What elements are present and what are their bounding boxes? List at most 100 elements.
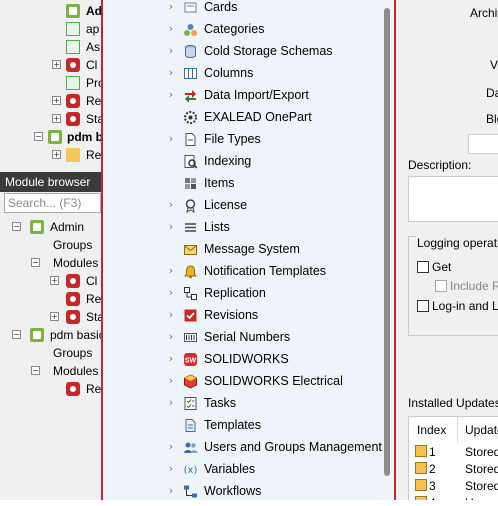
menu-item-solidworks-electrical[interactable]: › SOLIDWORKS Electrical <box>103 370 383 392</box>
chevron-right-icon[interactable]: › <box>165 348 177 370</box>
table-row[interactable]: 1 Stored <box>409 443 498 460</box>
module-item-sta[interactable]: + Sta <box>0 308 101 326</box>
expand-icon[interactable]: + <box>50 276 59 285</box>
chevron-right-icon[interactable]: › <box>165 62 177 84</box>
chevron-right-icon[interactable]: › <box>165 216 177 238</box>
column-divider[interactable] <box>457 417 458 443</box>
tree-item-sta[interactable]: + Sta <box>0 110 101 128</box>
menu-item-replication[interactable]: › Replication <box>103 282 383 304</box>
menu-scrollbar[interactable] <box>384 8 390 476</box>
module-item-re[interactable]: Re <box>0 290 101 308</box>
expand-icon[interactable]: + <box>52 96 61 105</box>
chevron-right-icon[interactable]: › <box>165 370 177 392</box>
menu-item-items[interactable]: Items <box>103 172 383 194</box>
menu-item-label: Workflows <box>204 484 262 498</box>
module-item-re-2[interactable]: Re <box>0 380 101 398</box>
tree-item-pro[interactable]: Pro <box>0 74 101 92</box>
menu-item-indexing[interactable]: Indexing <box>103 150 383 172</box>
tree-item-re[interactable]: + Re <box>0 92 101 110</box>
module-item-modules-2[interactable]: − Modules <box>0 362 101 380</box>
tree-item-admin-vault[interactable]: Ad <box>0 2 101 20</box>
tree-item-ap[interactable]: ap <box>0 20 101 38</box>
collapse-icon[interactable]: − <box>12 330 21 339</box>
chevron-right-icon[interactable]: › <box>165 282 177 304</box>
menu-item-cards[interactable]: › Cards <box>103 0 383 18</box>
menu-item-templates[interactable]: Templates <box>103 414 383 436</box>
menu-item-users-and-groups-management[interactable]: › Users and Groups Management <box>103 436 383 458</box>
tree-item-pdm-vault[interactable]: − pdm b <box>0 128 101 146</box>
collapse-icon[interactable]: − <box>31 258 40 267</box>
table-row[interactable]: 3 Stored <box>409 477 498 494</box>
tree-item-cl[interactable]: + Cl <box>0 56 101 74</box>
collapse-icon[interactable]: − <box>34 132 43 141</box>
chevron-right-icon[interactable]: › <box>165 18 177 40</box>
menu-item-label: License <box>204 198 248 212</box>
menu-item-workflows[interactable]: › Workflows <box>103 480 383 502</box>
chevron-right-icon[interactable]: › <box>165 326 177 348</box>
menu-item-label: File Types <box>204 132 261 146</box>
svg-text:SW: SW <box>185 358 197 365</box>
menu-item-exalead-onepart[interactable]: EXALEAD OnePart <box>103 106 383 128</box>
solidworks-icon: SW <box>183 352 198 367</box>
expand-icon[interactable]: + <box>52 114 61 123</box>
menu-item-lists[interactable]: › Lists <box>103 216 383 238</box>
get-checkbox[interactable] <box>417 261 429 273</box>
chevron-right-icon[interactable]: › <box>165 392 177 414</box>
column-header-update[interactable]: Update <box>465 423 498 437</box>
module-item-groups[interactable]: Groups <box>0 236 101 254</box>
property-field[interactable] <box>468 134 498 154</box>
menu-item-label: Users and Groups Management <box>204 440 382 454</box>
menu-item-label: Items <box>204 176 235 190</box>
table-row[interactable]: 2 Stored <box>409 460 498 477</box>
description-field[interactable] <box>408 176 498 222</box>
menu-item-categories[interactable]: › Categories <box>103 18 383 40</box>
menu-item-data-import-export[interactable]: › Data Import/Export <box>103 84 383 106</box>
collapse-icon[interactable]: − <box>12 222 21 231</box>
menu-item-notification-templates[interactable]: › Notification Templates <box>103 260 383 282</box>
login-checkbox[interactable] <box>417 300 429 312</box>
chevron-right-icon[interactable]: › <box>165 480 177 502</box>
module-item-admin[interactable]: − Admin <box>0 218 101 236</box>
search-input[interactable]: Search... (F3) <box>4 193 101 213</box>
chevron-right-icon[interactable]: › <box>165 194 177 216</box>
module-item-groups-2[interactable]: Groups <box>0 344 101 362</box>
updates-table[interactable]: Index Update 1 Stored 2 Stored 3 Stored … <box>408 416 498 500</box>
blo-label: Blo <box>486 112 498 126</box>
chevron-right-icon[interactable]: › <box>165 304 177 326</box>
menu-item-label: Cards <box>204 0 238 14</box>
replication-icon <box>183 286 198 301</box>
menu-item-solidworks[interactable]: › SW SOLIDWORKS <box>103 348 383 370</box>
update-icon <box>415 445 427 457</box>
tree-item-re-folder[interactable]: + Re <box>0 146 101 164</box>
menu-item-label: Indexing <box>204 154 252 168</box>
chevron-right-icon[interactable]: › <box>165 0 177 18</box>
chevron-right-icon[interactable]: › <box>165 128 177 150</box>
expand-icon[interactable]: + <box>52 60 61 69</box>
chevron-right-icon[interactable]: › <box>165 84 177 106</box>
users-groups-icon <box>183 440 198 455</box>
include-checkbox[interactable] <box>435 280 447 292</box>
chevron-right-icon[interactable]: › <box>165 260 177 282</box>
module-item-pdm-basic[interactable]: − pdm basic <box>0 326 101 344</box>
menu-item-license[interactable]: › License <box>103 194 383 216</box>
expand-icon[interactable]: + <box>52 150 61 159</box>
menu-item-variables[interactable]: › (x) Variables <box>103 458 383 480</box>
collapse-icon[interactable]: − <box>31 366 40 375</box>
module-item-cl[interactable]: + Cl <box>0 272 101 290</box>
menu-item-message-system[interactable]: Message System <box>103 238 383 260</box>
tree-item-as[interactable]: As <box>0 38 101 56</box>
menu-item-serial-numbers[interactable]: › Serial Numbers <box>103 326 383 348</box>
menu-item-columns[interactable]: › Columns <box>103 62 383 84</box>
templates-icon <box>183 418 198 433</box>
chevron-right-icon[interactable]: › <box>165 458 177 480</box>
chevron-right-icon[interactable]: › <box>165 40 177 62</box>
menu-item-file-types[interactable]: › File Types <box>103 128 383 150</box>
menu-item-revisions[interactable]: › Revisions <box>103 304 383 326</box>
chevron-right-icon[interactable]: › <box>165 436 177 458</box>
module-item-modules[interactable]: − Modules <box>0 254 101 272</box>
menu-item-tasks[interactable]: › Tasks <box>103 392 383 414</box>
expand-icon[interactable]: + <box>50 312 59 321</box>
menu-item-cold-storage-schemas[interactable]: › Cold Storage Schemas <box>103 40 383 62</box>
table-row[interactable]: 4 U <box>409 494 498 500</box>
column-header-index[interactable]: Index <box>417 423 446 437</box>
